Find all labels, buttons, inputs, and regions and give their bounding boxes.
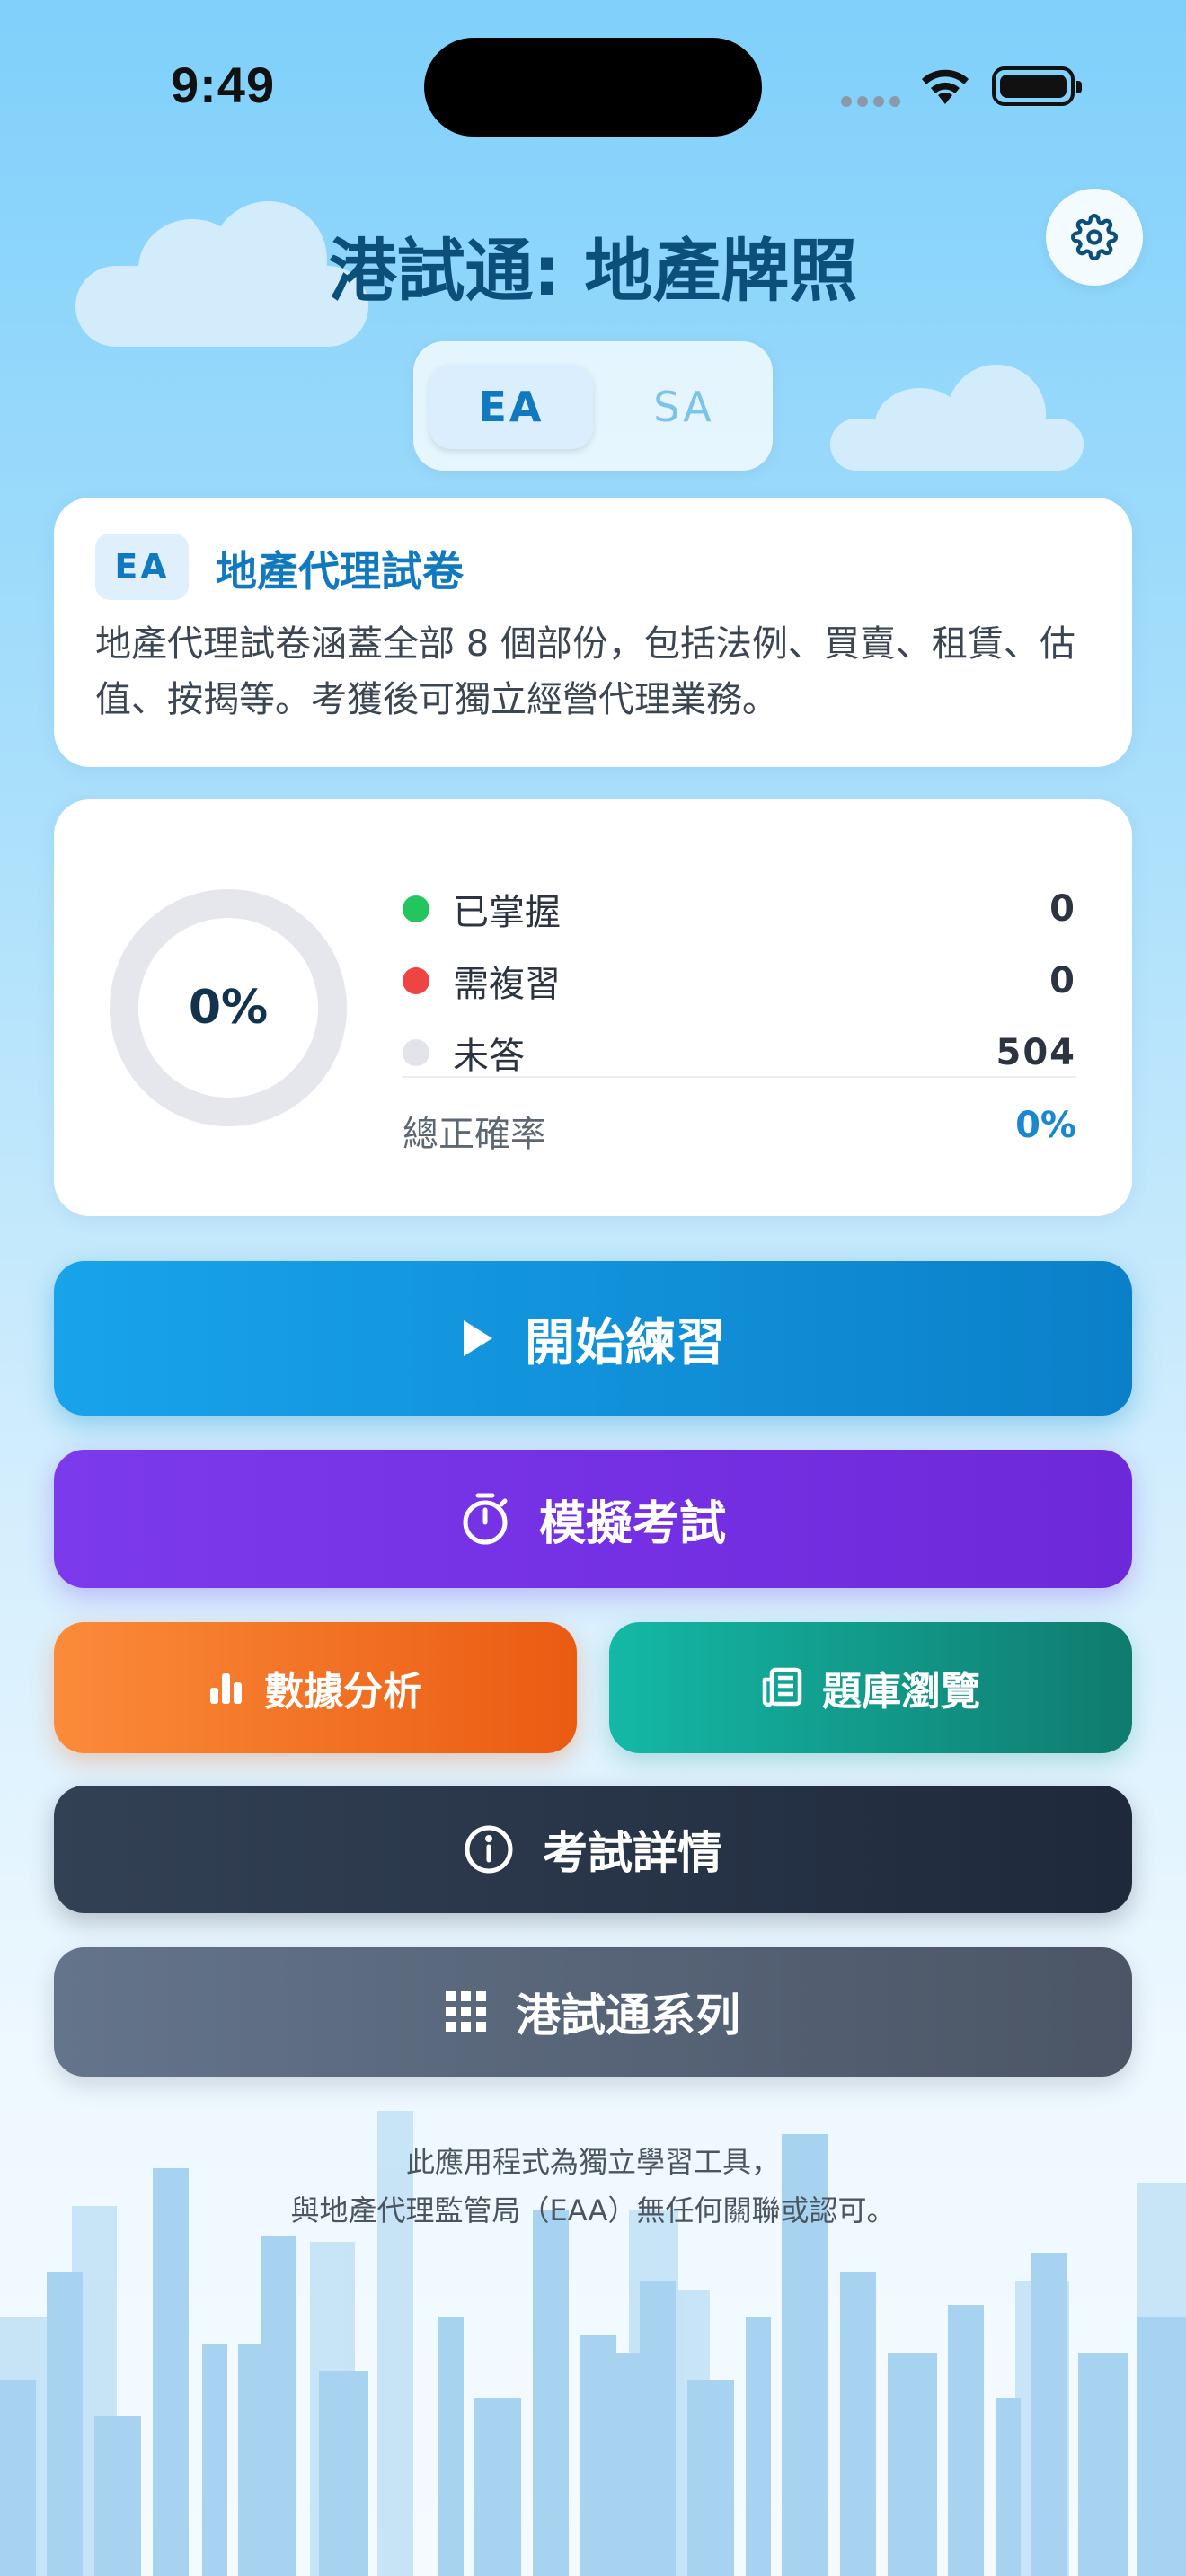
progress-stats-card: 0% 已掌握 0 需複習 0 未答 504 總正確率 0% [54,799,1132,1216]
info-icon [464,1824,514,1875]
segment-sa[interactable]: SA [607,365,760,449]
wifi-icon [916,65,974,111]
accuracy-value: 0% [1015,1105,1076,1146]
disclaimer-line-2: 與地產代理監管局（EAA）無任何關聯或認可。 [290,2193,896,2228]
bar-chart-icon [208,1670,244,1706]
stat-row-review: 需複習 0 [403,954,1076,1008]
stat-value: 504 [996,1032,1076,1073]
exam-type-segmented-control: EA SA [413,341,773,471]
data-analysis-button[interactable]: 數據分析 [54,1622,577,1753]
stat-label: 需複習 [453,964,561,1005]
question-bank-button[interactable]: 題庫瀏覽 [609,1622,1132,1753]
start-practice-label: 開始練習 [525,1313,726,1372]
status-time: 9:49 [171,57,276,113]
data-analysis-label: 數據分析 [264,1669,422,1715]
exam-info-card: EA 地產代理試卷 地產代理試卷涵蓋全部 8 個部份，包括法例、買賣、租賃、估值… [54,498,1132,767]
dynamic-island [424,38,762,137]
stopwatch-icon [460,1492,510,1546]
accuracy-label: 總正確率 [403,1114,546,1155]
mock-exam-button[interactable]: 模擬考試 [54,1450,1132,1588]
app-series-label: 港試通系列 [516,1989,740,2042]
mock-exam-label: 模擬考試 [538,1496,726,1551]
play-icon [460,1319,496,1358]
start-practice-button[interactable]: 開始練習 [54,1261,1132,1416]
divider [403,1076,1076,1078]
battery-icon [992,66,1082,106]
disclaimer-line-1: 此應用程式為獨立學習工具， [405,2145,780,2179]
progress-percent: 0% [188,981,269,1035]
exam-title: 地產代理試卷 [216,547,464,595]
question-bank-label: 題庫瀏覽 [822,1669,980,1715]
stat-value: 0 [1049,888,1076,930]
unanswered-dot [403,1039,429,1066]
stat-label: 未答 [453,1036,525,1077]
stat-row-unanswered: 未答 504 [403,1026,1076,1080]
cloud-decoration [830,365,1084,471]
stat-label: 已掌握 [453,892,561,933]
review-dot [403,967,429,994]
page-title: 港試通: 地產牌照 [328,231,858,311]
segment-ea[interactable]: EA [429,365,593,449]
newspaper-icon [761,1667,802,1708]
mastered-dot [403,895,429,922]
grid-icon [446,1991,487,2033]
exam-details-label: 考試詳情 [543,1827,722,1879]
settings-button[interactable] [1046,189,1143,286]
exam-description: 地產代理試卷涵蓋全部 8 個部份，包括法例、買賣、租賃、估值、按揭等。考獲後可獨… [95,623,1075,720]
stat-value: 0 [1049,960,1076,1001]
exam-details-button[interactable]: 考試詳情 [54,1786,1132,1913]
gear-icon [1071,214,1118,260]
app-series-button[interactable]: 港試通系列 [54,1947,1132,2077]
stat-row-mastered: 已掌握 0 [403,882,1076,936]
disclaimer-text: 此應用程式為獨立學習工具， 與地產代理監管局（EAA）無任何關聯或認可。 [0,2138,1186,2235]
cellular-signal-icon [841,93,906,110]
exam-badge: EA [95,534,189,600]
progress-ring: 0% [110,889,347,1126]
